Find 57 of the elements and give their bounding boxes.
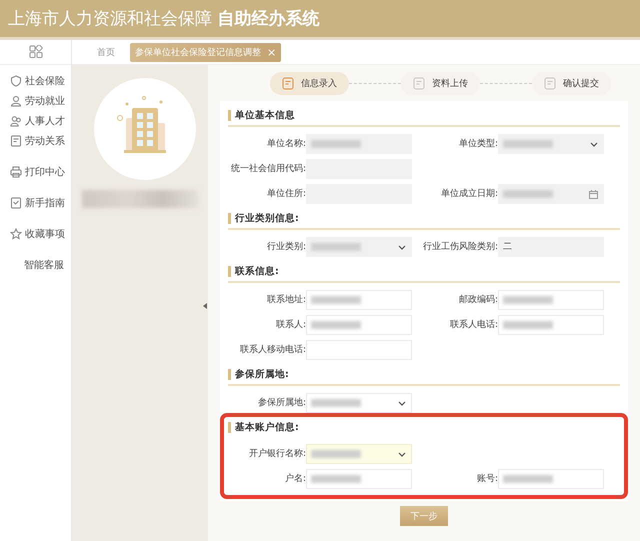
calendar-icon — [589, 190, 598, 198]
form-icon — [413, 76, 426, 90]
select-field[interactable] — [306, 444, 412, 464]
field-label: 单位名称: — [266, 138, 306, 150]
sidebar-item[interactable]: 智能客服 — [0, 255, 71, 275]
input-field[interactable] — [306, 314, 412, 334]
field-label: 邮政编码: — [458, 294, 498, 306]
star-icon — [10, 228, 22, 240]
field-label: 联系人移动电话: — [238, 344, 306, 356]
step-indicator: 确认提交 — [532, 72, 611, 94]
form-icon — [282, 76, 295, 90]
shield-icon — [10, 75, 22, 87]
field-label: 开户银行名称: — [248, 448, 306, 460]
field-label: 统一社会信用代码: — [230, 162, 306, 175]
field-label: 户名: — [284, 472, 306, 485]
field-label: 单位住所: — [266, 188, 306, 200]
form-icon — [544, 76, 557, 90]
sidebar-item[interactable]: 劳动就业 — [0, 91, 71, 111]
field-label: 参保所属地: — [256, 396, 306, 409]
step-indicator: 资料上传 — [401, 72, 480, 94]
section-title: 基本账户信息: — [235, 420, 299, 434]
field-label: 账号: — [476, 472, 498, 485]
section-title: 联系信息: — [235, 264, 279, 278]
sidebar-item[interactable]: 劳动关系 — [0, 131, 71, 151]
field-label: 行业类别: — [266, 240, 306, 253]
sidebar-item[interactable]: 社会保险 — [0, 71, 71, 91]
section-title: 行业类别信息: — [235, 212, 299, 224]
input-field[interactable] — [306, 290, 412, 310]
app-title: 上海市人力资源和社会保障 自助经办系统 — [8, 8, 320, 30]
input-field[interactable] — [306, 468, 412, 488]
sidebar-item[interactable]: 新手指南 — [0, 193, 71, 213]
field-label: 联系人电话: — [448, 318, 498, 331]
person-icon — [10, 95, 22, 107]
field-label: 单位成立日期: — [440, 188, 498, 200]
section-title: 单位基本信息 — [235, 108, 295, 122]
sidebar-item[interactable]: 打印中心 — [0, 162, 71, 182]
chevron-down-icon — [590, 142, 598, 146]
document-icon — [10, 135, 22, 147]
printer-icon — [10, 166, 22, 178]
chevron-down-icon — [398, 244, 406, 250]
field-label: 行业工伤风险类别: — [422, 240, 498, 253]
chevron-down-icon — [398, 452, 406, 456]
chevron-down-icon — [398, 400, 406, 406]
field-label: 联系地址: — [266, 294, 306, 306]
sidebar-item[interactable]: 收藏事项 — [0, 224, 71, 244]
building-icon — [94, 78, 196, 180]
input-field[interactable] — [498, 468, 604, 488]
section-title: 参保所属地: — [235, 368, 289, 380]
field-label: 联系人: — [274, 318, 306, 331]
field-label: 单位类型: — [458, 138, 498, 150]
app-grid-icon[interactable] — [28, 45, 42, 59]
sidebar-item[interactable]: 人事人才 — [0, 111, 71, 131]
input-field[interactable] — [498, 290, 604, 310]
step-indicator: 信息录入 — [270, 72, 349, 94]
people-icon — [10, 115, 22, 127]
select-field[interactable] — [306, 392, 412, 412]
input-field[interactable] — [498, 314, 604, 334]
